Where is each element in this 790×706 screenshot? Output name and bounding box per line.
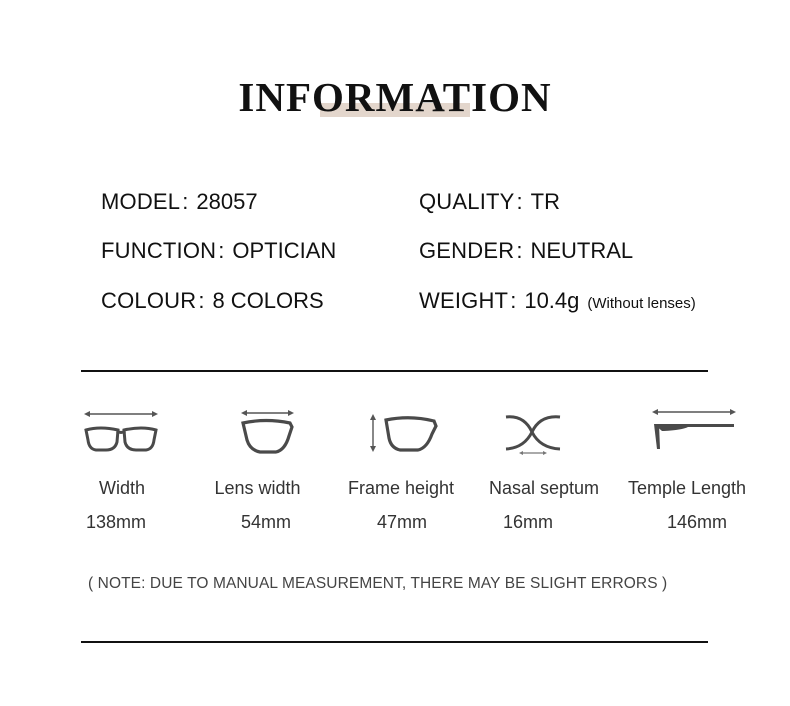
divider-bottom xyxy=(81,641,708,643)
glasses-width-icon xyxy=(82,406,160,454)
spec-weight-label: WEIGHT xyxy=(419,288,509,313)
spec-gender: GENDER: NEUTRAL xyxy=(419,238,633,264)
measurement-note: ( NOTE: DUE TO MANUAL MEASUREMENT, THERE… xyxy=(88,575,668,592)
divider-top xyxy=(81,370,708,372)
spec-function: FUNCTION: OPTICIAN xyxy=(101,238,336,264)
spec-function-value: OPTICIAN xyxy=(232,238,337,263)
spec-weight: WEIGHT: 10.4g (Without lenses) xyxy=(419,288,696,317)
measure-value-frame-height: 47mm xyxy=(376,512,427,532)
measure-value-temple-length: 146mm xyxy=(666,512,728,532)
spec-quality-value: TR xyxy=(530,189,560,214)
measure-label-temple-length: Temple Length xyxy=(627,478,747,498)
spec-weight-value: 10.4g xyxy=(524,288,580,313)
spec-model-value: 28057 xyxy=(196,189,258,214)
temple-length-icon xyxy=(650,406,738,452)
spec-colour-value: 8 COLORS xyxy=(212,288,324,313)
spec-separator: : xyxy=(516,238,523,263)
spec-gender-label: GENDER xyxy=(419,238,515,263)
spec-separator: : xyxy=(516,189,523,214)
title-container: INFORMATION xyxy=(0,72,790,122)
nasal-septum-icon xyxy=(504,412,562,456)
measure-label-lens-width: Lens width xyxy=(214,478,301,498)
spec-model-label: MODEL xyxy=(101,189,181,214)
spec-separator: : xyxy=(510,288,517,313)
measure-value-nasal-septum: 16mm xyxy=(502,512,553,532)
page-title: INFORMATION xyxy=(238,72,551,122)
spec-weight-note: (Without lenses) xyxy=(587,295,696,312)
frame-height-icon xyxy=(368,412,440,456)
spec-separator: : xyxy=(218,238,225,263)
lens-width-icon xyxy=(238,406,298,456)
measure-label-frame-height: Frame height xyxy=(347,478,455,498)
spec-quality: QUALITY: TR xyxy=(419,189,560,215)
spec-separator: : xyxy=(182,189,189,214)
spec-colour-label: COLOUR xyxy=(101,288,197,313)
measure-value-width: 138mm xyxy=(85,512,147,532)
spec-colour: COLOUR: 8 COLORS xyxy=(101,288,324,314)
measure-label-width: Width xyxy=(98,478,145,498)
spec-separator: : xyxy=(198,288,205,313)
measure-value-lens-width: 54mm xyxy=(240,512,291,532)
measure-label-nasal-septum: Nasal septum xyxy=(488,478,600,498)
page-title-text: INFORMATION xyxy=(238,74,552,120)
spec-gender-value: NEUTRAL xyxy=(530,238,634,263)
spec-model: MODEL: 28057 xyxy=(101,189,258,215)
spec-quality-label: QUALITY xyxy=(419,189,515,214)
spec-function-label: FUNCTION xyxy=(101,238,217,263)
